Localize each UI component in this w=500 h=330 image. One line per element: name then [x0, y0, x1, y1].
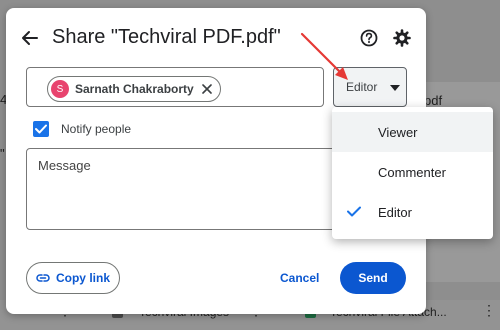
checkmark-icon — [35, 124, 47, 134]
help-circle-icon[interactable] — [359, 28, 379, 48]
send-button[interactable]: Send — [340, 262, 406, 294]
avatar: S — [51, 80, 69, 98]
notify-people-row: Notify people — [33, 121, 131, 137]
recipient-name: Sarnath Chakraborty — [75, 82, 194, 96]
menu-item-label: Viewer — [378, 124, 418, 140]
role-menu: Viewer Commenter Editor — [332, 107, 493, 239]
caret-down-icon — [390, 85, 400, 91]
add-people-field[interactable]: S Sarnath Chakraborty — [26, 67, 324, 107]
recipient-chip[interactable]: S Sarnath Chakraborty — [47, 76, 221, 102]
role-dropdown-value: Editor — [346, 80, 378, 94]
menu-item-label: Commenter — [378, 164, 446, 180]
dialog-title: Share "Techviral PDF.pdf" — [52, 26, 281, 48]
background-partial-text: " — [0, 146, 5, 161]
copy-link-label: Copy link — [55, 271, 110, 285]
menu-item-editor[interactable]: Editor — [332, 192, 493, 232]
menu-item-label: Editor — [378, 204, 412, 220]
more-options-icon: ⋮ — [482, 302, 496, 318]
notify-people-checkbox[interactable] — [33, 121, 49, 137]
role-dropdown[interactable]: Editor — [333, 67, 407, 107]
notify-people-label: Notify people — [61, 122, 132, 136]
background-partial-text: pdf — [424, 93, 443, 108]
menu-item-commenter[interactable]: Commenter — [332, 152, 493, 192]
link-icon — [36, 274, 50, 282]
arrow-left-icon[interactable] — [20, 28, 40, 48]
check-icon — [347, 206, 361, 217]
copy-link-button[interactable]: Copy link — [26, 262, 120, 294]
menu-item-viewer[interactable]: Viewer — [332, 112, 493, 152]
gear-icon[interactable] — [392, 28, 412, 48]
close-icon[interactable] — [200, 82, 214, 96]
cancel-button[interactable]: Cancel — [272, 266, 327, 290]
